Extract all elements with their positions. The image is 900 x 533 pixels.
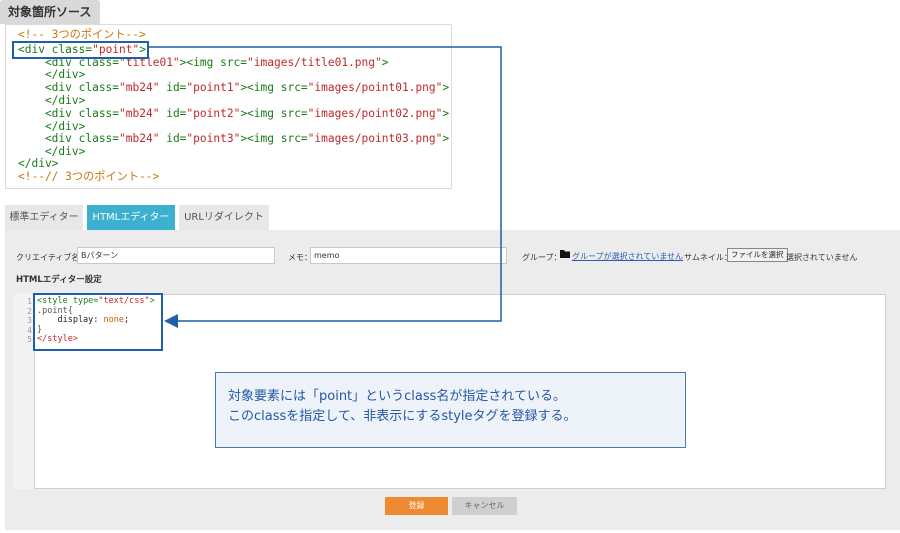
callout-connector-arrow <box>149 46 502 328</box>
note-line-2: このclassを指定して、非表示にするstyleタグを登録する。 <box>228 409 577 424</box>
register-button[interactable]: 登録 <box>385 497 448 515</box>
note-line-1: 対象要素には「point」というclass名が指定されている。 <box>228 389 567 404</box>
explanation-note: 対象要素には「point」というclass名が指定されている。 このclassを… <box>215 372 686 448</box>
cancel-button[interactable]: キャンセル <box>452 497 517 515</box>
